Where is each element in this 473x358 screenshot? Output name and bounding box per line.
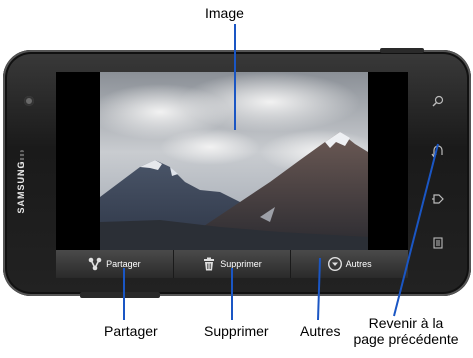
- trash-icon: [204, 257, 215, 271]
- share-button[interactable]: Partager: [56, 250, 174, 278]
- mountain-photo: [100, 72, 368, 250]
- home-icon[interactable]: [431, 192, 445, 206]
- callout-supprimer-label: Supprimer: [204, 323, 269, 339]
- share-icon: [88, 257, 102, 271]
- brand-logo: SAMSUNG: [16, 160, 26, 214]
- photo-image[interactable]: [100, 72, 368, 250]
- callout-revenir-line1: Revenir à la: [368, 315, 444, 331]
- callout-image-label: Image: [205, 5, 244, 21]
- more-label: Autres: [345, 259, 372, 269]
- delete-button[interactable]: Supprimer: [174, 250, 292, 278]
- share-label: Partager: [106, 259, 141, 269]
- volume-button[interactable]: [80, 292, 160, 298]
- search-icon[interactable]: [431, 94, 445, 108]
- callout-revenir-line2: page précédente: [353, 331, 459, 347]
- more-button[interactable]: Autres: [291, 250, 408, 278]
- power-button[interactable]: [380, 48, 424, 53]
- callout-revenir-label: Revenir à la page précédente: [340, 315, 472, 347]
- menu-icon[interactable]: [431, 236, 445, 250]
- chevron-down-circle-icon: [327, 257, 342, 271]
- delete-label: Supprimer: [220, 259, 262, 269]
- callout-partager-label: Partager: [104, 323, 158, 339]
- back-icon[interactable]: [431, 144, 445, 158]
- callout-autres-label: Autres: [300, 323, 341, 339]
- front-camera: [24, 96, 34, 106]
- action-bar: Partager Supprimer Autres: [56, 250, 408, 278]
